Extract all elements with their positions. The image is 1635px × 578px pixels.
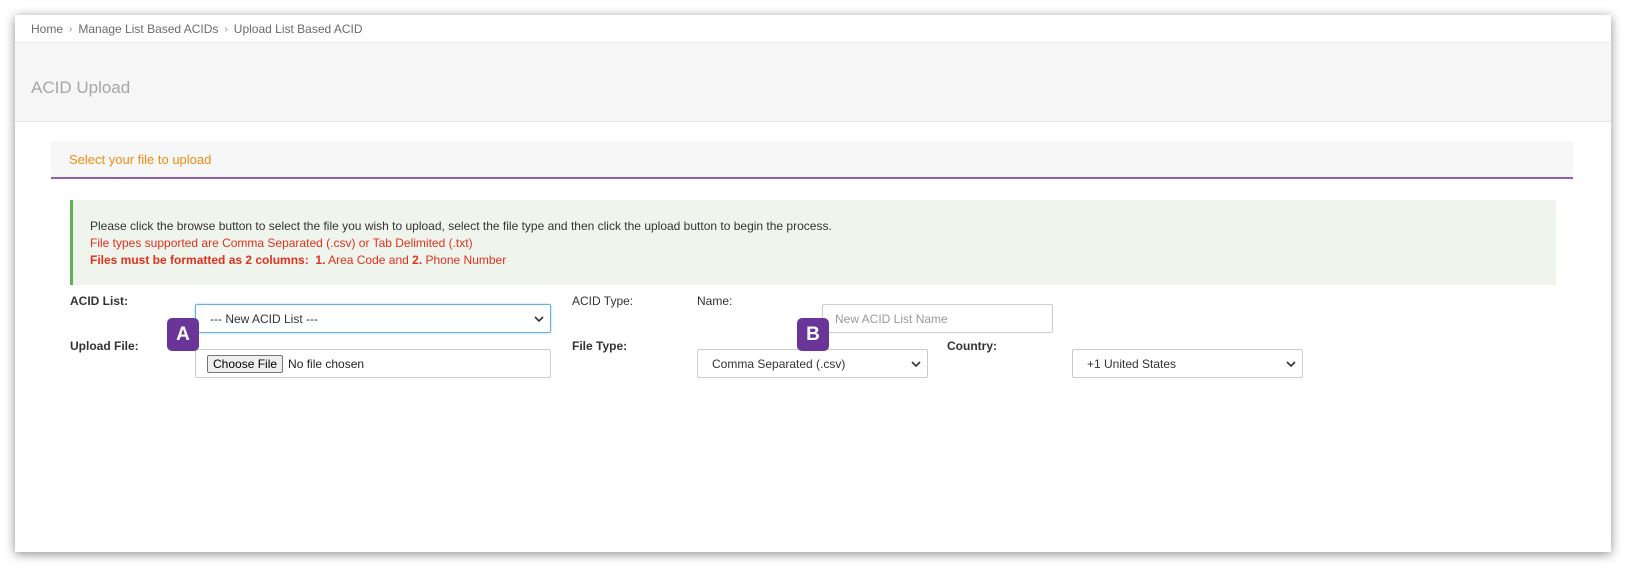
chevron-down-icon: [911, 360, 921, 367]
notice-col1-number: 1.: [315, 253, 326, 267]
annotation-badge-a: A: [167, 318, 199, 351]
panel-title: Select your file to upload: [69, 152, 212, 167]
file-type-label: File Type:: [572, 339, 628, 353]
notice-instructions: Please click the browse button to select…: [90, 219, 832, 233]
breadcrumb-current: Upload List Based ACID: [233, 22, 363, 36]
upload-file-label: Upload File:: [70, 339, 139, 353]
app-window: Home › Manage List Based ACIDs › Upload …: [15, 15, 1611, 552]
chevron-right-icon: ›: [224, 23, 228, 35]
acid-list-label: ACID List:: [70, 294, 128, 308]
breadcrumb: Home › Manage List Based ACIDs › Upload …: [31, 22, 363, 36]
breadcrumb-home[interactable]: Home: [31, 22, 63, 36]
page-title: ACID Upload: [31, 78, 131, 97]
notice-col2-number: 2.: [412, 253, 423, 267]
annotation-badge-b: B: [797, 318, 829, 351]
name-placeholder: New ACID List Name: [835, 311, 948, 326]
name-input[interactable]: New ACID List Name: [822, 304, 1053, 333]
file-status: No file chosen: [288, 356, 365, 371]
country-value: +1 United States: [1087, 356, 1177, 371]
info-notice: Please click the browse button to select…: [70, 200, 1556, 285]
notice-col2-label: Phone Number: [425, 253, 507, 267]
breadcrumb-bar: Home › Manage List Based ACIDs › Upload …: [15, 15, 1611, 43]
acid-list-select[interactable]: --- New ACID List ---: [195, 304, 551, 333]
notice-format: Files must be formatted as 2 columns: 1.…: [90, 252, 832, 269]
notice-format-bold: Files must be formatted as 2 columns:: [90, 253, 309, 267]
breadcrumb-manage-list[interactable]: Manage List Based ACIDs: [78, 22, 218, 36]
panel-header: Select your file to upload: [51, 141, 1573, 179]
acid-list-value: --- New ACID List ---: [210, 311, 318, 326]
name-label: Name:: [697, 294, 733, 308]
country-select[interactable]: +1 United States: [1072, 349, 1303, 378]
notice-file-types: File types supported are Comma Separated…: [90, 236, 473, 250]
page-header: ACID Upload: [15, 43, 1611, 122]
notice-col1-label: Area Code and: [328, 253, 409, 267]
chevron-down-icon: [1286, 360, 1296, 367]
acid-type-label: ACID Type:: [572, 294, 634, 308]
file-type-select[interactable]: Comma Separated (.csv): [697, 349, 928, 378]
file-type-value: Comma Separated (.csv): [712, 356, 846, 371]
country-label: Country:: [947, 339, 997, 353]
choose-file-button[interactable]: Choose File: [207, 354, 284, 373]
chevron-down-icon: [534, 315, 544, 322]
chevron-right-icon: ›: [69, 23, 73, 35]
file-upload-field[interactable]: Choose File No file chosen: [195, 349, 551, 378]
